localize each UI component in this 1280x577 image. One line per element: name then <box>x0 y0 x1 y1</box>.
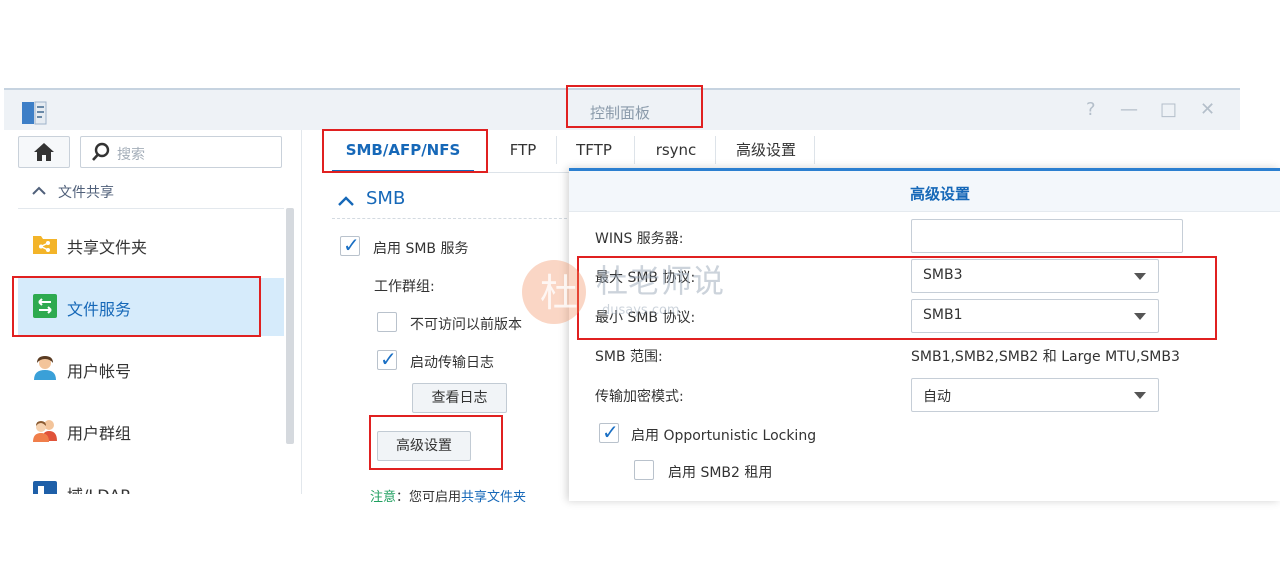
smb-range-value: SMB1,SMB2,SMB2 和 Large MTU,SMB3 <box>911 349 1180 365</box>
transfer-log-label: 启动传输日志 <box>410 355 494 371</box>
sidebar-scrollbar[interactable] <box>286 208 294 444</box>
highlight-title-box <box>566 85 703 128</box>
note-link[interactable]: 共享文件夹 <box>461 490 526 505</box>
section-label: 文件共享 <box>58 185 114 201</box>
encryption-mode-select[interactable]: 自动 <box>911 378 1159 412</box>
encryption-mode-value: 自动 <box>923 389 951 405</box>
sidebar-item-label: 域/LDAP <box>67 482 130 494</box>
hide-previous-versions-checkbox[interactable] <box>377 312 397 332</box>
section-file-sharing[interactable]: 文件共享 <box>18 174 284 209</box>
chevron-up-icon[interactable] <box>338 195 354 207</box>
tab-ftp[interactable]: FTP <box>490 130 556 170</box>
home-icon <box>34 143 54 161</box>
sidebar-item-label: 共享文件夹 <box>67 238 148 257</box>
highlight-advanced-button-box <box>369 415 503 470</box>
highlight-tab-box <box>322 129 488 173</box>
home-button[interactable] <box>18 136 70 168</box>
sidebar-item-user[interactable]: 用户帐号 <box>18 340 284 398</box>
encryption-mode-label: 传输加密模式: <box>595 389 684 405</box>
user-icon <box>34 356 56 380</box>
tab-separator <box>634 136 635 164</box>
transfer-log-checkbox[interactable]: ✓ <box>377 347 397 371</box>
dialog-title: 高级设置 <box>910 185 971 203</box>
section-divider <box>332 218 572 219</box>
workgroup-label: 工作群组: <box>374 279 435 295</box>
dropdown-arrow-icon <box>1134 392 1146 399</box>
sidebar-item-shared-folder[interactable]: 共享文件夹 <box>18 216 284 274</box>
user-group-icon <box>33 420 57 442</box>
domain-ldap-icon <box>33 481 57 494</box>
help-icon[interactable]: ? <box>1086 100 1096 120</box>
smb-range-label: SMB 范围: <box>595 349 663 365</box>
tab-rsync[interactable]: rsync <box>636 130 716 170</box>
wins-server-label: WINS 服务器: <box>595 231 684 247</box>
minimize-icon[interactable]: — <box>1120 100 1138 120</box>
tab-tftp[interactable]: TFTP <box>558 130 630 170</box>
smb2-lease-checkbox[interactable] <box>634 460 654 480</box>
search-placeholder: 搜索 <box>117 147 145 163</box>
smb2-lease-label: 启用 SMB2 租用 <box>668 465 773 481</box>
tab-separator <box>715 136 716 164</box>
close-icon[interactable]: ✕ <box>1200 100 1215 120</box>
sidebar-item-label: 用户群组 <box>67 424 132 443</box>
oplock-label: 启用 Opportunistic Locking <box>631 428 817 444</box>
control-panel-app-icon <box>22 101 47 125</box>
tab-separator <box>814 136 815 164</box>
wins-server-input[interactable] <box>911 219 1183 253</box>
shared-folder-icon <box>33 236 57 254</box>
note-text: 注意：您可启用共享文件夹 <box>370 486 526 505</box>
smb-section-title: SMB <box>366 188 406 209</box>
highlight-file-services-box <box>12 276 261 337</box>
search-box[interactable]: 搜索 <box>80 136 282 168</box>
view-log-button[interactable]: 查看日志 <box>412 383 507 413</box>
chevron-up-icon <box>32 186 46 195</box>
dialog-header: 高级设置 <box>569 171 1280 212</box>
highlight-smb-protocol-box <box>577 256 1217 340</box>
note-prefix: 注意 <box>370 490 397 505</box>
sidebar-item-domain-ldap[interactable]: 域/LDAP <box>18 464 284 494</box>
maximize-icon[interactable]: □ <box>1160 100 1177 120</box>
sidebar-item-user-group[interactable]: 用户群组 <box>18 402 284 460</box>
search-icon <box>92 142 110 161</box>
hide-previous-versions-label: 不可访问以前版本 <box>410 317 522 333</box>
tab-advanced-settings[interactable]: 高级设置 <box>718 130 814 170</box>
tab-separator <box>556 136 557 164</box>
oplock-checkbox[interactable]: ✓ <box>599 420 619 444</box>
note-body: ：您可启用 <box>396 490 462 505</box>
enable-smb-checkbox[interactable]: ✓ <box>340 233 360 257</box>
enable-smb-label: 启用 SMB 服务 <box>373 241 469 257</box>
sidebar-item-label: 用户帐号 <box>67 362 132 381</box>
